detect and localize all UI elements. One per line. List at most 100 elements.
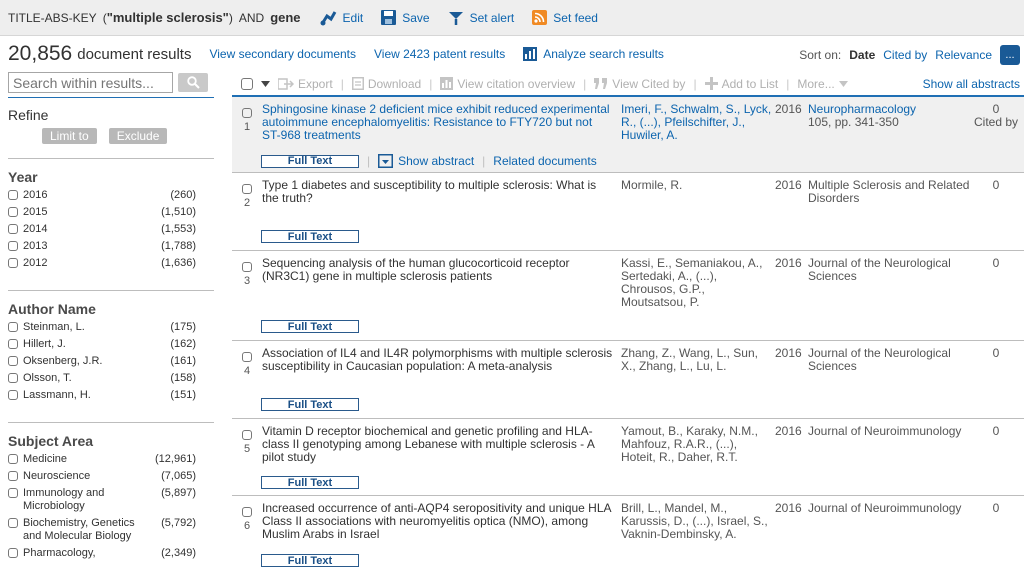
facet-checkbox[interactable] (8, 322, 18, 332)
facet-checkbox[interactable] (8, 471, 18, 481)
download-button[interactable]: Download (351, 77, 421, 91)
facet-checkbox[interactable] (8, 518, 18, 528)
related-documents-link[interactable]: Related documents (493, 154, 596, 168)
select-all-checkbox[interactable] (241, 77, 253, 90)
view-secondary-documents-link[interactable]: View secondary documents (209, 47, 356, 61)
result-checkbox[interactable] (242, 108, 252, 118)
search-button[interactable] (178, 73, 208, 92)
set-feed-button[interactable]: Set feed (532, 10, 598, 25)
facet-checkbox[interactable] (8, 339, 18, 349)
result-number: 3 (243, 275, 251, 287)
more-sort-options-button[interactable]: ... (1000, 45, 1020, 65)
facet-checkbox[interactable] (8, 190, 18, 200)
full-text-button[interactable]: Full Text (261, 230, 359, 243)
analyze-search-results-link[interactable]: Analyze search results (523, 47, 664, 61)
result-row: 3 Sequencing analysis of the human gluco… (232, 251, 1024, 341)
facet-item[interactable]: Immunology and Microbiology (5,897) (8, 485, 214, 515)
exclude-button[interactable]: Exclude (108, 128, 168, 144)
full-text-button[interactable]: Full Text (261, 554, 359, 567)
show-abstract-link[interactable]: Show abstract (378, 154, 474, 168)
search-within-input[interactable] (8, 72, 173, 93)
facet-item[interactable]: Medicine (12,961) (8, 451, 214, 468)
query-phrase: "multiple sclerosis" (106, 10, 229, 25)
toolbar-separator: | (340, 76, 344, 91)
facet-checkbox[interactable] (8, 258, 18, 268)
limit-to-button[interactable]: Limit to (42, 128, 97, 144)
result-checkbox[interactable] (242, 507, 252, 517)
facet-item[interactable]: Biochemistry, Genetics and Molecular Bio… (8, 515, 214, 545)
facet-item[interactable]: Lassmann, H. (151) (8, 387, 214, 404)
facet-count: (5,897) (161, 487, 196, 499)
facet-title: Year (8, 158, 214, 185)
result-source: Journal of Neuroimmunology (808, 424, 962, 438)
save-icon (381, 10, 397, 25)
facet-checkbox[interactable] (8, 356, 18, 366)
toolbar-separator: | (429, 76, 433, 91)
facet-item[interactable]: 2016 (260) (8, 187, 214, 204)
more-actions-button[interactable]: More... (797, 77, 851, 91)
facet-checkbox[interactable] (8, 207, 18, 217)
facet-item[interactable]: Oksenberg, J.R. (161) (8, 353, 214, 370)
facet-item[interactable]: 2014 (1,553) (8, 221, 214, 238)
facet-year: Year 2016 (260) 2015 (1,510) 2014 (1,553) 2… (8, 158, 214, 272)
results-panel: Export | Download | View citation overvi… (232, 72, 1024, 573)
add-to-list-button[interactable]: Add to List (704, 77, 778, 91)
result-title[interactable]: Increased occurrence of anti-AQP4 seropo… (262, 502, 614, 541)
facet-title: Subject Area (8, 422, 214, 449)
facet-checkbox[interactable] (8, 241, 18, 251)
full-text-button[interactable]: Full Text (261, 320, 359, 333)
facet-checkbox[interactable] (8, 488, 18, 498)
facet-item[interactable]: Pharmacology, (2,349) (8, 545, 214, 562)
citation-overview-button[interactable]: View citation overview (440, 77, 575, 91)
full-text-button[interactable]: Full Text (261, 476, 359, 489)
facet-item[interactable]: 2013 (1,788) (8, 238, 214, 255)
export-label: Export (298, 76, 333, 91)
result-title[interactable]: Type 1 diabetes and susceptibility to mu… (262, 179, 614, 205)
sort-option-relevance[interactable]: Relevance (935, 48, 992, 62)
facet-checkbox[interactable] (8, 454, 18, 464)
result-checkbox[interactable] (242, 352, 252, 362)
facet-label: Lassmann, H. (23, 389, 91, 401)
facet-item[interactable]: Steinman, L. (175) (8, 319, 214, 336)
sort-option-date[interactable]: Date (849, 48, 875, 62)
result-authors[interactable]: Imeri, F., Schwalm, S., Lyck, R., (...),… (621, 103, 773, 142)
facet-count: (1,788) (161, 240, 196, 252)
rss-icon (532, 10, 548, 25)
facet-checkbox[interactable] (8, 373, 18, 383)
sort-option-cited-by[interactable]: Cited by (883, 48, 927, 62)
facet-label: 2014 (23, 223, 48, 235)
facet-item[interactable]: 2012 (1,636) (8, 255, 214, 272)
facet-item[interactable]: Hillert, J. (162) (8, 336, 214, 353)
facet-checkbox[interactable] (8, 390, 18, 400)
set-alert-button[interactable]: Set alert (448, 10, 514, 26)
result-title[interactable]: Sequencing analysis of the human glucoco… (262, 257, 614, 283)
result-title[interactable]: Vitamin D receptor biochemical and genet… (262, 425, 614, 464)
result-title[interactable]: Association of IL4 and IL4R polymorphism… (262, 347, 614, 373)
full-text-button[interactable]: Full Text (261, 154, 359, 168)
download-icon (351, 77, 364, 90)
facet-count: (162) (170, 338, 196, 350)
facet-item[interactable]: Neuroscience (7,065) (8, 468, 214, 485)
view-patent-results-link[interactable]: View 2423 patent results (374, 47, 505, 61)
save-button[interactable]: Save (381, 10, 430, 25)
show-all-abstracts-link[interactable]: Show all abstracts (923, 77, 1024, 91)
facet-item[interactable]: 2015 (1,510) (8, 204, 214, 221)
export-button[interactable]: Export (278, 77, 333, 91)
chevron-down-icon[interactable] (261, 80, 270, 87)
result-row: 5 Vitamin D receptor biochemical and gen… (232, 419, 1024, 496)
result-checkbox[interactable] (242, 184, 252, 194)
result-row: 4 Association of IL4 and IL4R polymorphi… (232, 341, 1024, 419)
facet-item[interactable]: Olsson, T. (158) (8, 370, 214, 387)
result-title-link[interactable]: Sphingosine kinase 2 deficient mice exhi… (262, 103, 614, 142)
result-year: 2016 (775, 256, 802, 270)
edit-button[interactable]: Edit (319, 10, 363, 26)
facet-label: Biochemistry, Genetics and Molecular Bio… (23, 517, 135, 542)
facet-checkbox[interactable] (8, 548, 18, 558)
facet-checkbox[interactable] (8, 224, 18, 234)
query-term: gene (270, 10, 301, 25)
result-checkbox[interactable] (242, 430, 252, 440)
view-cited-by-button[interactable]: View Cited by (594, 77, 685, 91)
full-text-button[interactable]: Full Text (261, 398, 359, 411)
result-checkbox[interactable] (242, 262, 252, 272)
facet-count: (1,553) (161, 223, 196, 235)
